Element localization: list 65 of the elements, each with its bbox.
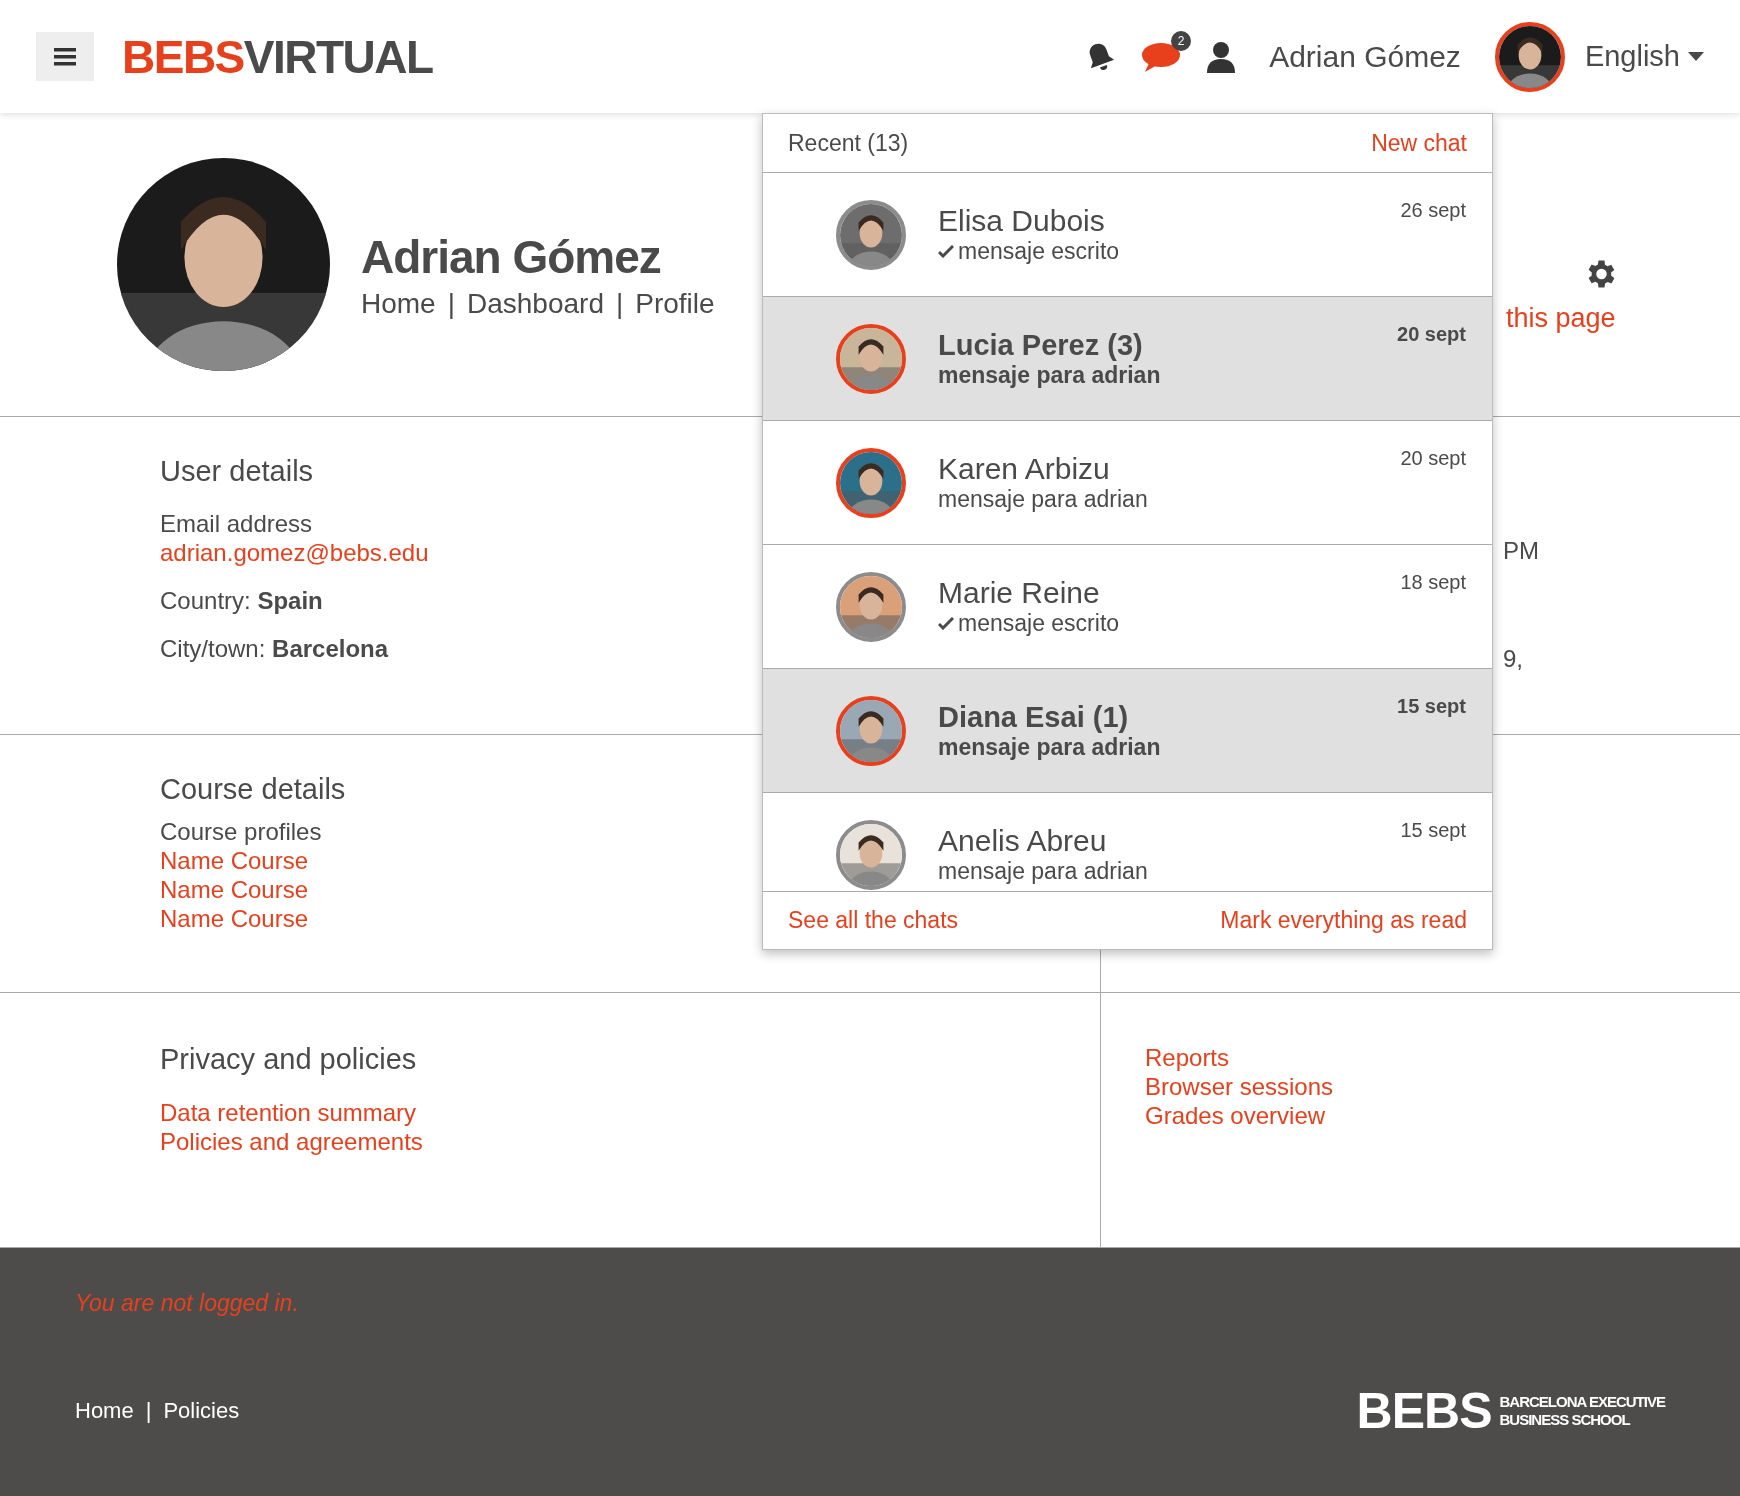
page-action-link[interactable]: this page [1506, 303, 1616, 334]
menu-icon [54, 47, 76, 66]
contact-name: Anelis Abreu [938, 824, 1108, 858]
chat-date: 26 sept [1400, 199, 1466, 222]
field-text: Country: Spain [160, 587, 323, 615]
footer-link[interactable]: Home [75, 1398, 134, 1424]
message-preview: mensaje para adrian [938, 733, 1162, 761]
chat-date: 18 sept [1400, 571, 1466, 594]
field-label: Course profiles [160, 818, 322, 846]
chat-item[interactable]: Diana Esai (1) mensaje para adrian 15 sept [763, 669, 1492, 793]
policy-link[interactable]: Data retention summary [160, 1098, 417, 1127]
chat-item[interactable]: Lucia Perez (3) mensaje para adrian 20 sept [763, 297, 1492, 421]
course-link[interactable]: Name Course [160, 846, 309, 875]
chat-item[interactable]: Elisa Dubois mensaje escrito 26 sept [763, 173, 1492, 297]
section-title: User details [160, 455, 314, 488]
message-preview: mensaje escrito [938, 238, 1401, 265]
chat-date: 20 sept [1397, 323, 1466, 346]
email-link[interactable]: adrian.gomez@bebs.edu [160, 538, 429, 567]
link-separator: | [145, 1398, 152, 1424]
chat-item[interactable]: Marie Reine mensaje escrito 18 sept [763, 545, 1492, 669]
chat-item[interactable]: Karen Arbizu mensaje para adrian 20 sept [763, 421, 1492, 545]
caret-icon [1688, 52, 1704, 61]
footer-link[interactable]: Policies [163, 1398, 240, 1424]
section-title: Privacy and policies [160, 1043, 417, 1076]
breadcrumb-separator: | [615, 287, 624, 320]
breadcrumb-link[interactable]: Dashboard [467, 287, 604, 320]
message-preview: mensaje para adrian [938, 858, 1149, 885]
chat-date: 20 sept [1400, 447, 1466, 470]
section-title: Course details [160, 773, 346, 806]
breadcrumb-link[interactable]: Home [361, 287, 436, 320]
report-link[interactable]: Grades overview [1145, 1101, 1740, 1130]
message-preview: mensaje para adrian [938, 486, 1149, 513]
message-preview: mensaje para adrian [938, 361, 1162, 389]
contact-name: Lucia Perez (3) [938, 328, 1144, 362]
login-status: You are not logged in. [75, 1290, 300, 1317]
message-preview: mensaje escrito [938, 610, 1401, 637]
report-link[interactable]: Reports [1145, 1043, 1740, 1072]
chat-date: 15 sept [1400, 819, 1466, 842]
dropdown-title: Recent (13) [788, 129, 909, 157]
field-text: PM [1503, 537, 1540, 565]
policy-link[interactable]: Policies and agreements [160, 1127, 423, 1156]
breadcrumb-separator: | [447, 287, 455, 320]
contact-name: Karen Arbizu [938, 452, 1111, 486]
profile-name: Adrian Gómez [361, 229, 662, 284]
course-link[interactable]: Name Course [160, 875, 309, 904]
user-name[interactable]: Adrian Gómez [1269, 39, 1461, 74]
contact-name: Elisa Dubois [938, 204, 1106, 238]
mark-read-link[interactable]: Mark everything as read [1220, 907, 1467, 934]
contact-name: Marie Reine [938, 576, 1101, 610]
report-link[interactable]: Browser sessions [1145, 1072, 1740, 1101]
chat-date: 15 sept [1397, 695, 1466, 718]
course-link[interactable]: Name Course [160, 904, 309, 933]
menu-button[interactable] [36, 32, 94, 81]
field-text: 9, [1503, 645, 1524, 673]
field-label: Email address [160, 510, 313, 538]
see-all-link[interactable]: See all the chats [788, 907, 959, 934]
chat-item[interactable]: Anelis Abreu mensaje para adrian 15 sept [763, 793, 1492, 891]
language-dropdown[interactable]: English [1584, 40, 1704, 73]
contact-name: Diana Esai (1) [938, 700, 1130, 734]
new-chat-link[interactable]: New chat [1371, 129, 1467, 157]
breadcrumb-link[interactable]: Profile [635, 287, 715, 320]
logo: BEBSVIRTUAL [122, 29, 433, 84]
notification-badge: 2 [1171, 30, 1192, 51]
field-text: City/town: Barcelona [160, 635, 389, 663]
user-icon[interactable] [1207, 40, 1236, 73]
